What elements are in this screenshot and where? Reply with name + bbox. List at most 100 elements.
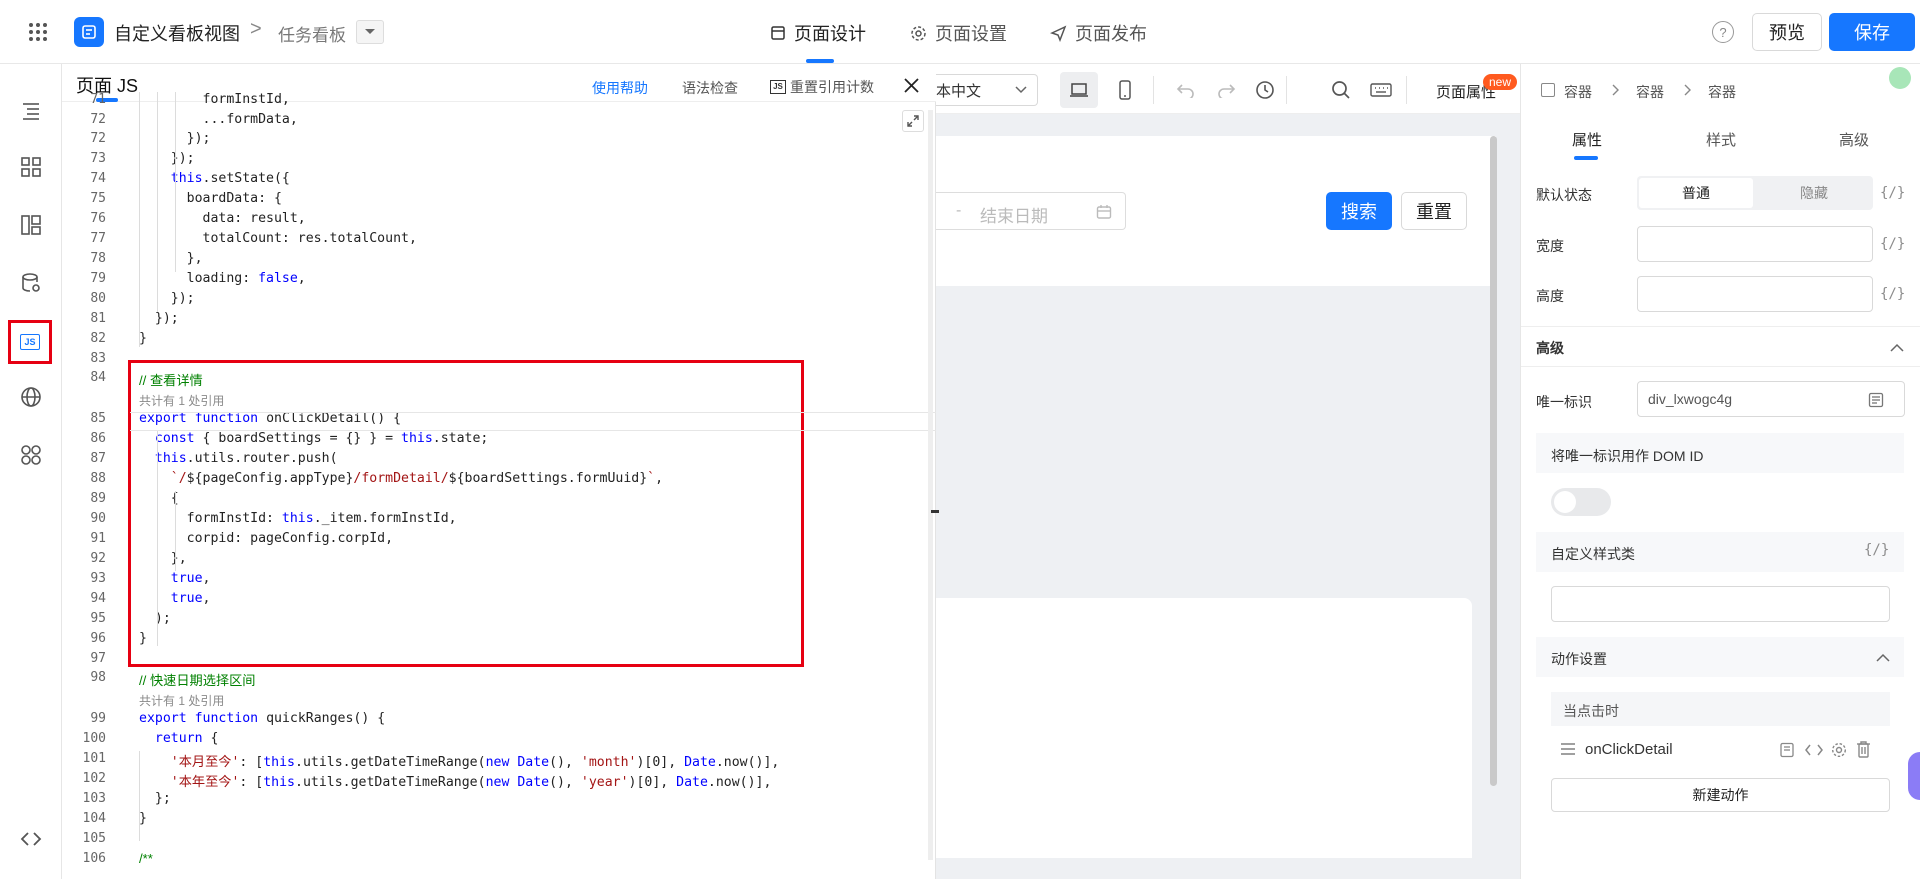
tab-advanced[interactable]: 高级 [1839, 129, 1869, 150]
layout-icon [771, 26, 785, 40]
page-dropdown-chevron-icon[interactable] [356, 20, 384, 44]
code-line[interactable]: }; [139, 791, 171, 806]
history-clock-icon[interactable] [1253, 78, 1277, 102]
code-line[interactable]: } [139, 811, 147, 826]
copy-icon[interactable] [1868, 392, 1884, 408]
custom-class-input[interactable] [1551, 586, 1890, 622]
tab-page-publish[interactable]: 页面发布 [1050, 20, 1147, 46]
code-scrollbar[interactable] [928, 110, 933, 860]
date-range-picker[interactable]: - 结束日期 [936, 192, 1126, 230]
components-icon[interactable] [12, 148, 50, 186]
trash-icon[interactable] [1856, 741, 1871, 758]
code-icon[interactable] [1805, 743, 1823, 757]
variable-binding-icon[interactable]: {/} [1880, 286, 1905, 302]
mobile-view-icon[interactable] [1106, 72, 1144, 108]
breadcrumb-item[interactable]: 容器 [1708, 82, 1736, 102]
page-name[interactable]: 任务看板 [278, 21, 346, 46]
reference-count-hint[interactable]: 共计有 1 处引用 [139, 692, 224, 709]
code-line[interactable]: }, [139, 251, 203, 266]
gear-icon[interactable] [1831, 742, 1847, 758]
redo-icon[interactable] [1214, 78, 1238, 102]
code-line[interactable]: return { [139, 731, 219, 746]
chevron-down-icon [1015, 86, 1027, 94]
tab-styles[interactable]: 样式 [1706, 129, 1736, 150]
drag-handle-icon[interactable] [1561, 743, 1575, 755]
code-line[interactable]: boardData: { [139, 191, 282, 206]
uid-label: 唯一标识 [1536, 394, 1592, 410]
floating-assistant-tab[interactable] [1908, 752, 1920, 800]
code-line[interactable]: '本年至今': [this.utils.getDateTimeRange(new… [139, 771, 772, 790]
edit-doc-icon[interactable] [1779, 742, 1795, 758]
code-line[interactable]: }); [139, 151, 195, 166]
lint-button[interactable]: 语法检查 [682, 78, 738, 98]
tab-page-settings[interactable]: 页面设置 [910, 20, 1007, 46]
code-line[interactable]: /** [139, 851, 153, 867]
breadcrumb-item[interactable]: 容器 [1564, 82, 1592, 102]
variable-binding-icon[interactable]: {/} [1864, 542, 1889, 558]
code-icon[interactable] [12, 820, 50, 858]
keyboard-icon[interactable] [1368, 78, 1394, 102]
outline-icon[interactable] [12, 92, 50, 130]
apps-grid-icon[interactable] [24, 18, 52, 46]
desktop-view-icon[interactable] [1060, 72, 1098, 108]
uid-input[interactable]: div_lxwogc4g [1637, 381, 1905, 417]
line-number: 73 [90, 151, 106, 166]
layout-icon[interactable] [12, 206, 50, 244]
search-icon[interactable] [1329, 78, 1353, 102]
variable-binding-icon[interactable]: {/} [1880, 236, 1905, 252]
search-button[interactable]: 搜索 [1326, 192, 1392, 230]
close-icon[interactable] [902, 76, 920, 94]
app-title[interactable]: 自定义看板视图 [114, 20, 240, 46]
state-hidden-option[interactable]: 隐藏 [1757, 178, 1871, 208]
code-line[interactable]: loading: false, [139, 271, 306, 286]
code-line[interactable]: // 快速日期选择区间 [139, 670, 256, 689]
code-line[interactable]: totalCount: res.totalCount, [139, 231, 417, 246]
code-line[interactable]: } [139, 331, 147, 346]
code-line[interactable]: }); [139, 311, 179, 326]
globe-icon[interactable] [12, 378, 50, 416]
preview-button[interactable]: 预览 [1752, 13, 1822, 51]
indent-guide [139, 92, 140, 347]
toggle-knob [1554, 491, 1576, 513]
help-icon[interactable]: ? [1712, 21, 1734, 43]
code-line[interactable]: '本月至今': [this.utils.getDateTimeRange(new… [139, 751, 780, 770]
line-number: 100 [82, 731, 106, 746]
new-action-button[interactable]: 新建动作 [1551, 778, 1890, 812]
code-line[interactable]: this.setState({ [139, 171, 290, 186]
help-link[interactable]: 使用帮助 [592, 78, 648, 98]
code-line[interactable]: ...formData, [139, 112, 298, 127]
code-line[interactable]: export function quickRanges() { [139, 711, 385, 726]
state-segmented: 普通 隐藏 [1637, 176, 1873, 210]
tab-page-design[interactable]: 页面设计 [770, 20, 866, 46]
plugins-icon[interactable] [12, 436, 50, 474]
code-line[interactable]: data: result, [139, 211, 306, 226]
indent-guide [139, 751, 140, 841]
height-input[interactable] [1637, 276, 1873, 312]
dom-id-toggle[interactable] [1551, 488, 1611, 516]
undo-icon[interactable] [1174, 78, 1198, 102]
code-line[interactable]: formInstId, [139, 92, 290, 107]
design-canvas: - 结束日期 搜索 重置 [936, 114, 1520, 879]
code-line[interactable]: }); [139, 291, 195, 306]
reset-ref-count-button[interactable]: JS 重置引用计数 [770, 77, 874, 97]
canvas-scrollbar[interactable] [1490, 136, 1497, 786]
save-button[interactable]: 保存 [1829, 13, 1915, 51]
chevron-up-icon[interactable] [1890, 343, 1904, 352]
height-label: 高度 [1536, 288, 1564, 304]
line-number: 87 [90, 451, 106, 466]
expand-icon[interactable] [902, 110, 924, 132]
chevron-up-icon[interactable] [1876, 653, 1890, 662]
datasource-icon[interactable] [12, 264, 50, 302]
action-row[interactable]: onClickDetail [1551, 730, 1890, 768]
tab-properties[interactable]: 属性 [1572, 129, 1602, 150]
state-normal-option[interactable]: 普通 [1639, 178, 1753, 208]
language-select[interactable]: 本中文 [936, 74, 1038, 106]
variable-binding-icon[interactable]: {/} [1880, 185, 1905, 201]
line-number: 105 [82, 831, 106, 846]
breadcrumb-item[interactable]: 容器 [1636, 82, 1664, 102]
filter-card: - 结束日期 搜索 重置 [936, 136, 1496, 286]
line-number: 86 [90, 431, 106, 446]
width-input[interactable] [1637, 226, 1873, 262]
reset-button[interactable]: 重置 [1401, 192, 1467, 230]
js-icon[interactable]: JS [8, 320, 52, 364]
